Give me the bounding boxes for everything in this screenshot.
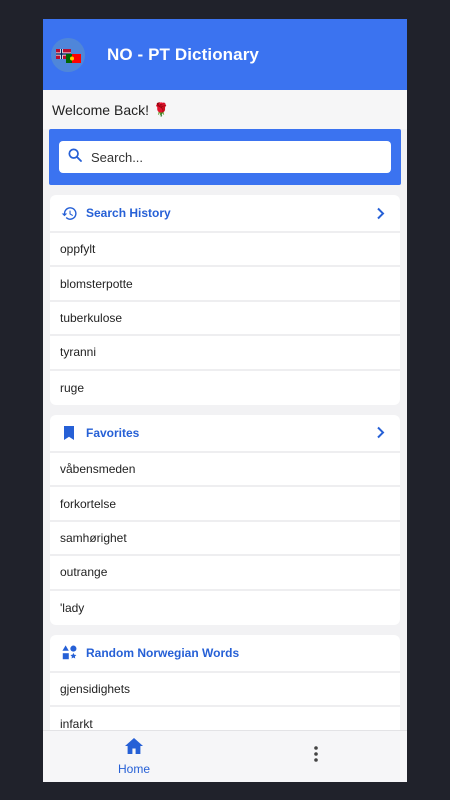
favorite-item[interactable]: outrange — [50, 556, 400, 591]
nav-home-label: Home — [117, 762, 150, 776]
app-title: NO - PT Dictionary — [107, 44, 259, 64]
favorite-item[interactable]: samhørighet — [50, 522, 400, 557]
home-icon — [124, 737, 144, 760]
app-screen: NO - PT Dictionary Welcome Back! 🌹 Searc… — [43, 19, 407, 782]
random-words-card: Random Norwegian Words gjensidighets inf… — [50, 634, 400, 742]
history-item[interactable]: ruge — [50, 371, 400, 405]
welcome-text: Welcome Back! — [52, 101, 149, 118]
search-history-title: Search History — [86, 206, 171, 220]
norway-portugal-flag-icon — [51, 37, 85, 72]
favorites-header[interactable]: Favorites — [50, 415, 400, 453]
history-item[interactable]: tyranni — [50, 336, 400, 371]
favorites-title: Favorites — [86, 425, 140, 440]
bookmark-icon — [60, 424, 78, 442]
chevron-right-icon[interactable] — [376, 426, 386, 440]
search-history-header[interactable]: Search History — [50, 195, 400, 233]
search-history-card: Search History oppfylt blomsterpotte tub… — [50, 195, 400, 405]
more-options-button[interactable] — [225, 731, 407, 782]
search-container — [49, 129, 401, 185]
favorites-card: Favorites våbensmeden forkortelse samhør… — [50, 414, 400, 625]
nav-home-button[interactable]: Home — [43, 731, 225, 782]
history-icon — [60, 204, 78, 222]
welcome-message: Welcome Back! 🌹 — [43, 90, 407, 129]
search-box[interactable] — [59, 141, 391, 173]
random-words-title: Random Norwegian Words — [86, 645, 240, 660]
history-item[interactable]: blomsterpotte — [50, 267, 400, 302]
rose-emoji: 🌹 — [153, 101, 170, 117]
more-vertical-icon — [313, 745, 319, 768]
shapes-icon — [60, 644, 78, 662]
chevron-right-icon[interactable] — [376, 206, 386, 220]
bottom-navigation: Home — [43, 730, 407, 782]
random-words-header[interactable]: Random Norwegian Words — [50, 635, 400, 673]
favorite-item[interactable]: 'lady — [50, 591, 400, 625]
history-item[interactable]: oppfylt — [50, 233, 400, 268]
app-bar: NO - PT Dictionary — [43, 19, 407, 90]
history-item[interactable]: tuberkulose — [50, 302, 400, 337]
favorite-item[interactable]: våbensmeden — [50, 453, 400, 488]
random-word-item[interactable]: gjensidighets — [50, 673, 400, 708]
favorite-item[interactable]: forkortelse — [50, 487, 400, 522]
search-icon — [67, 147, 83, 168]
search-input[interactable] — [91, 149, 351, 165]
